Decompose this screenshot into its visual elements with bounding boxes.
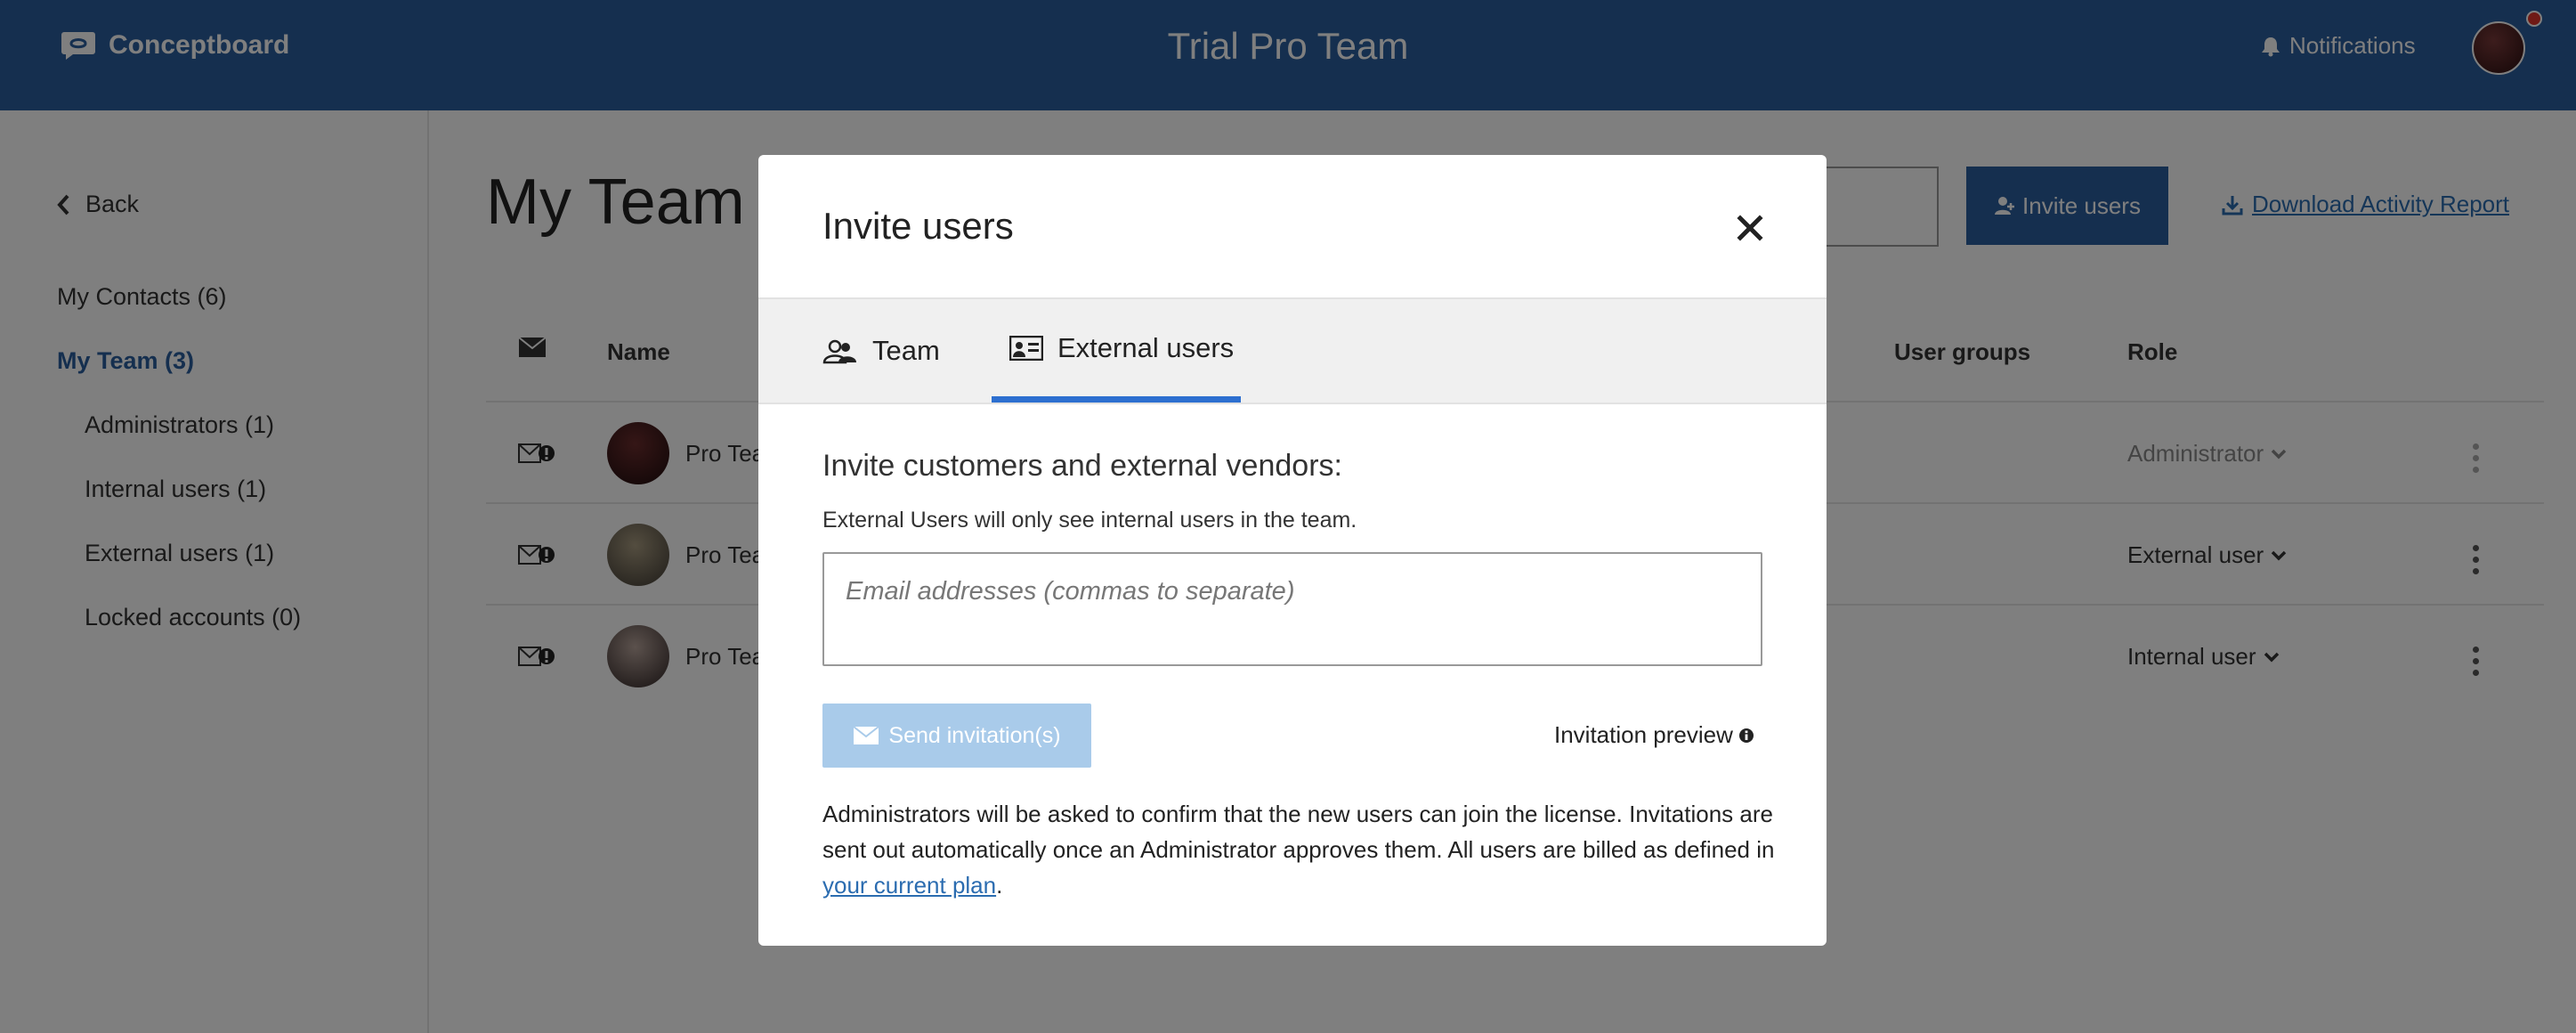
info-icon: [1738, 728, 1754, 743]
modal-tabs: Team External users: [758, 297, 1827, 404]
billing-note: Administrators will be asked to confirm …: [822, 796, 1775, 903]
email-addresses-input[interactable]: [822, 552, 1762, 666]
tab-external-users-label: External users: [1057, 331, 1235, 363]
invitation-preview-link[interactable]: Invitation preview: [1554, 721, 1754, 749]
billing-note-end: .: [996, 872, 1003, 899]
close-icon[interactable]: [1736, 214, 1764, 242]
invitation-preview-label: Invitation preview: [1554, 721, 1733, 748]
tab-external-users[interactable]: External users: [992, 299, 1241, 403]
billing-note-text: Administrators will be asked to confirm …: [822, 801, 1775, 863]
envelope-icon: [853, 726, 880, 744]
modal-heading: Invite customers and external vendors:: [822, 449, 1342, 483]
team-icon: [822, 339, 856, 364]
id-card-icon: [1009, 335, 1043, 361]
modal-title: Invite users: [822, 205, 1014, 247]
tab-team-label: Team: [872, 335, 940, 366]
send-invitations-label: Send invitation(s): [888, 722, 1061, 748]
invite-users-modal: Invite users Team External users Invite …: [758, 155, 1827, 946]
current-plan-link[interactable]: your current plan: [822, 872, 996, 899]
modal-subtext: External Users will only see internal us…: [822, 508, 1357, 533]
send-invitations-button[interactable]: Send invitation(s): [822, 704, 1091, 768]
tab-team[interactable]: Team: [822, 299, 940, 403]
